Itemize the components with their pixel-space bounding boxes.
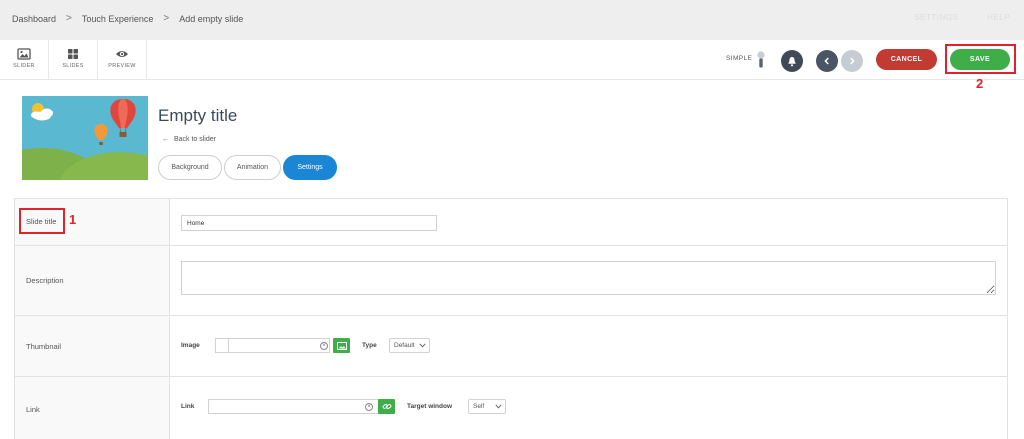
thumbnail-type-label: Type	[362, 342, 377, 349]
link-label: Link	[26, 405, 40, 414]
tab-background[interactable]: Background	[158, 155, 222, 180]
settings-link[interactable]: SETTINGS	[914, 13, 958, 22]
top-bar: Dashboard > Touch Experience > Add empty…	[0, 0, 1024, 40]
slides-tool-button[interactable]: SLIDES	[49, 40, 98, 80]
help-link[interactable]: HELP	[987, 13, 1010, 22]
chevron-down-icon	[419, 343, 426, 348]
slide-thumbnail	[22, 96, 148, 180]
chevron-left-icon	[824, 57, 829, 65]
slider-tool-button[interactable]: SLIDER	[0, 40, 49, 80]
slide-settings-table: Slide title Description Thumbnail Image …	[14, 198, 1008, 439]
chevron-right-icon	[850, 57, 855, 65]
back-to-slider-label: Back to slider	[173, 136, 216, 143]
link-field-label: Link	[181, 403, 195, 410]
breadcrumb-separator: >	[163, 13, 170, 24]
save-highlight-box	[945, 44, 1016, 74]
clear-icon[interactable]: ×	[320, 342, 328, 350]
clear-icon[interactable]: ×	[365, 403, 373, 411]
mode-label: SIMPLE	[726, 55, 753, 62]
landscape-balloons-illustration	[22, 96, 148, 180]
bell-icon	[788, 56, 796, 66]
tab-settings[interactable]: Settings	[283, 155, 337, 180]
preview-tool-button[interactable]: PREVIEW	[98, 40, 147, 80]
description-label-cell: Description	[15, 246, 170, 315]
link-icon	[382, 404, 391, 409]
annotation-1: 1	[69, 212, 77, 227]
breadcrumb-touch-experience[interactable]: Touch Experience	[82, 14, 154, 24]
description-textarea[interactable]	[181, 261, 996, 295]
notifications-button[interactable]	[781, 50, 803, 72]
slide-title-row: Slide title	[15, 199, 1007, 246]
slide-tabs: Background Animation Settings	[158, 155, 339, 180]
breadcrumb: Dashboard > Touch Experience > Add empty…	[12, 13, 243, 24]
back-to-slider-link[interactable]: ← Back to slider	[162, 136, 216, 143]
thumbnail-row: Thumbnail Image × Type Default	[15, 316, 1007, 377]
target-window-select[interactable]: Self	[468, 399, 506, 414]
slide-title-input[interactable]	[181, 215, 437, 231]
link-input[interactable]	[208, 399, 380, 414]
toolbar: SLIDER SLIDES PREVIEW SIMPLE	[0, 40, 1024, 80]
slides-tool-label: SLIDES	[62, 63, 84, 69]
thumbnail-label-cell: Thumbnail	[15, 316, 170, 376]
image-picker-button[interactable]	[333, 338, 350, 353]
preview-tool-label: PREVIEW	[108, 63, 136, 69]
image-icon	[17, 48, 31, 60]
thumbnail-type-value: Default	[394, 342, 415, 349]
grid-icon	[68, 49, 78, 59]
thumbnail-label: Thumbnail	[26, 342, 62, 351]
cancel-button[interactable]: CANCEL	[876, 49, 937, 70]
link-picker-button[interactable]	[378, 399, 395, 414]
breadcrumb-separator: >	[66, 13, 72, 24]
next-slide-button[interactable]	[841, 50, 863, 72]
thumbnail-image-input[interactable]	[228, 338, 330, 353]
chevron-down-icon	[495, 404, 502, 409]
description-label: Description	[26, 276, 64, 285]
top-links: SETTINGS HELP	[888, 13, 1010, 22]
link-row: Link Link × Target window Self	[15, 377, 1007, 439]
eye-icon	[116, 51, 128, 57]
image-icon	[336, 341, 347, 350]
target-window-label: Target window	[407, 403, 453, 410]
slide-title-highlight-box	[19, 208, 65, 234]
thumbnail-type-select[interactable]: Default	[389, 338, 430, 353]
slide-title-heading: Empty title	[158, 106, 238, 125]
thumbnail-preview-box	[215, 338, 229, 353]
breadcrumb-dashboard[interactable]: Dashboard	[12, 14, 56, 24]
previous-slide-button[interactable]	[816, 50, 838, 72]
arrow-left-icon: ←	[162, 136, 169, 143]
slider-tool-label: SLIDER	[13, 63, 35, 69]
breadcrumb-current: Add empty slide	[179, 13, 244, 24]
annotation-2: 2	[976, 76, 984, 91]
target-window-value: Self	[473, 403, 485, 410]
link-label-cell: Link	[15, 377, 170, 439]
thumbnail-image-label: Image	[181, 342, 200, 349]
description-row: Description	[15, 246, 1007, 316]
tab-animation[interactable]: Animation	[224, 155, 281, 180]
lightbulb-toggle-icon[interactable]	[757, 50, 765, 70]
